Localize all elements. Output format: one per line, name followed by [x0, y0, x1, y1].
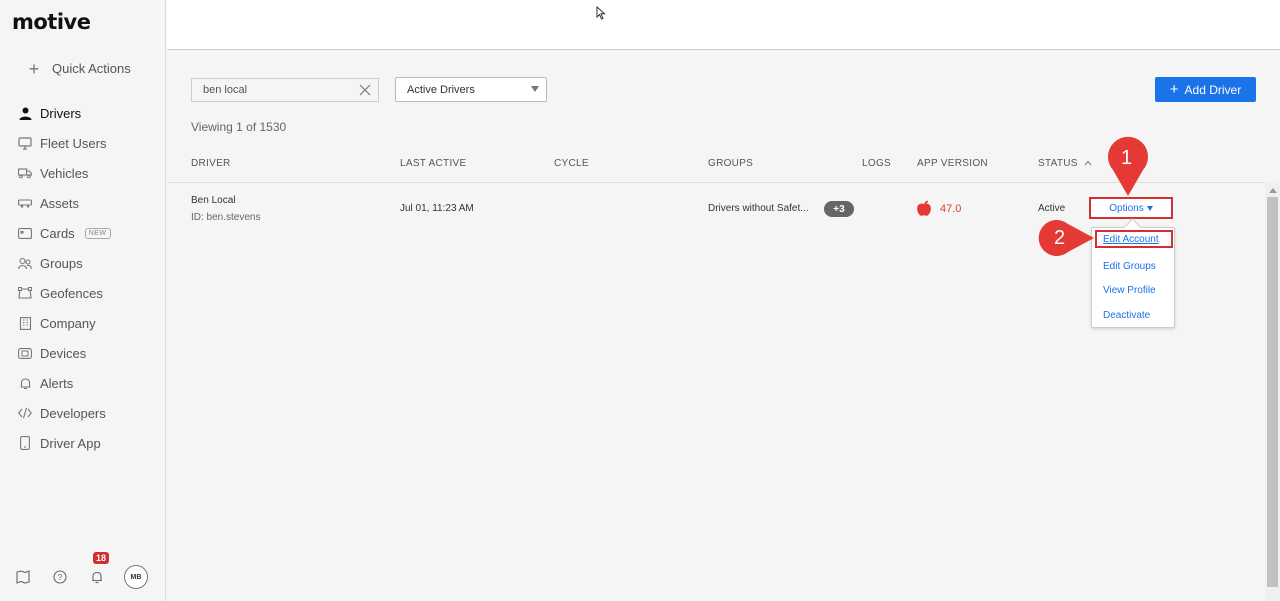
sidebar-item-label: Devices — [40, 345, 87, 361]
sidebar-footer: ? 18 MB — [0, 552, 166, 593]
sidebar-item-label: Vehicles — [40, 165, 89, 181]
trailer-icon — [18, 196, 32, 210]
sidebar-item-devices[interactable]: Devices — [0, 338, 166, 368]
truck-icon — [18, 166, 32, 180]
sidebar-item-label: Assets — [40, 195, 80, 211]
motive-logo[interactable]: motive — [12, 10, 91, 34]
driver-status: Active — [1038, 203, 1066, 214]
help-icon[interactable]: ? — [52, 569, 68, 585]
group-icon — [18, 256, 32, 270]
driver-status-select[interactable]: Active Drivers — [395, 77, 547, 102]
scrollbar-thumb[interactable] — [1267, 197, 1278, 587]
chevron-down-icon — [531, 86, 539, 92]
sidebar-item-label: Company — [40, 315, 96, 331]
sidebar-item-label: Developers — [40, 405, 106, 421]
callout-number-1: 1 — [1121, 147, 1133, 169]
sidebar-item-groups[interactable]: Groups — [0, 248, 166, 278]
viewing-count: Viewing 1 of 1530 — [191, 120, 287, 134]
column-header-app-version[interactable]: APP VERSION — [917, 158, 988, 169]
caret-down-icon — [1146, 205, 1153, 211]
plus-icon: + — [28, 58, 40, 79]
sidebar-item-drivers[interactable]: Drivers — [0, 98, 166, 128]
sidebar-item-assets[interactable]: Assets — [0, 188, 166, 218]
column-header-status[interactable]: STATUS — [1038, 158, 1092, 169]
notification-count-badge: 18 — [93, 552, 110, 564]
sidebar-item-label: Alerts — [40, 375, 74, 391]
more-groups-badge[interactable]: +3 — [824, 201, 854, 217]
apple-icon — [917, 200, 931, 216]
sidebar-item-fleet-users[interactable]: Fleet Users — [0, 128, 166, 158]
driver-groups: Drivers without Safet... — [708, 203, 809, 214]
top-bar — [167, 0, 1280, 50]
sidebar-nav: Drivers Fleet Users Vehicles Assets Card… — [0, 98, 166, 458]
sidebar-item-developers[interactable]: Developers — [0, 398, 166, 428]
sidebar-item-geofences[interactable]: Geofences — [0, 278, 166, 308]
bell-icon — [18, 376, 32, 390]
sidebar: motive + Quick Actions Drivers Fleet Use… — [0, 0, 166, 601]
avatar[interactable]: MB — [124, 565, 148, 589]
sidebar-item-label: Groups — [40, 255, 83, 271]
phone-icon — [18, 436, 32, 450]
menu-item-view-profile[interactable]: View Profile — [1092, 285, 1174, 296]
sort-ascending-icon — [1084, 160, 1092, 166]
device-icon — [18, 346, 32, 360]
new-badge: NEW — [84, 227, 111, 239]
sidebar-item-company[interactable]: Company — [0, 308, 166, 338]
add-driver-button[interactable]: + Add Driver — [1155, 77, 1256, 102]
sidebar-item-label: Geofences — [40, 285, 103, 301]
svg-text:?: ? — [58, 573, 63, 582]
column-header-status-label: STATUS — [1038, 158, 1078, 169]
column-header-cycle[interactable]: CYCLE — [554, 158, 589, 169]
clear-search-button[interactable] — [352, 79, 378, 101]
menu-item-edit-account[interactable]: Edit Account — [1095, 230, 1173, 248]
mouse-cursor-icon — [596, 6, 606, 20]
map-icon[interactable] — [15, 569, 31, 585]
column-header-last-active[interactable]: LAST ACTIVE — [400, 158, 466, 169]
sidebar-item-label: Driver App — [40, 435, 101, 451]
driver-id: ID: ben.stevens — [191, 212, 261, 223]
notification-bell-icon[interactable] — [89, 569, 105, 585]
sidebar-item-cards[interactable]: Cards NEW — [0, 218, 166, 248]
table-header-divider — [167, 182, 1265, 183]
menu-item-edit-groups[interactable]: Edit Groups — [1092, 261, 1174, 272]
quick-actions-button[interactable]: + Quick Actions — [26, 58, 131, 79]
callout-number-2: 2 — [1054, 227, 1066, 249]
sidebar-item-label: Drivers — [40, 105, 82, 121]
sidebar-item-driver-app[interactable]: Driver App — [0, 428, 166, 458]
search-input-value: ben local — [203, 84, 248, 96]
card-icon — [18, 226, 32, 240]
last-active: Jul 01, 11:23 AM — [400, 203, 474, 214]
plus-icon: + — [1169, 80, 1179, 98]
search-input[interactable]: ben local — [191, 78, 379, 102]
sidebar-item-label: Fleet Users — [40, 135, 107, 151]
building-icon — [18, 316, 32, 330]
sidebar-item-alerts[interactable]: Alerts — [0, 368, 166, 398]
column-header-driver[interactable]: DRIVER — [191, 158, 231, 169]
menu-item-deactivate[interactable]: Deactivate — [1092, 310, 1174, 321]
sidebar-item-label: Cards — [40, 225, 75, 241]
options-menu: Edit Account Edit Groups View Profile De… — [1091, 227, 1175, 328]
driver-status-selected: Active Drivers — [407, 83, 475, 96]
driver-name[interactable]: Ben Local — [191, 195, 235, 206]
close-icon — [359, 84, 371, 96]
main-content: ben local Active Drivers + Add Driver Vi… — [167, 51, 1265, 601]
app-root: motive + Quick Actions Drivers Fleet Use… — [0, 0, 1280, 601]
scroll-up-arrow-icon[interactable] — [1269, 188, 1277, 193]
quick-actions-label: Quick Actions — [52, 61, 131, 76]
app-version: 47.0 — [940, 203, 962, 215]
code-icon — [18, 406, 32, 420]
options-button[interactable]: Options — [1089, 197, 1173, 219]
options-label: Options — [1109, 202, 1144, 214]
column-header-groups[interactable]: GROUPS — [708, 158, 753, 169]
user-icon — [18, 106, 32, 120]
column-header-logs[interactable]: LOGS — [862, 158, 891, 169]
geofence-icon — [18, 286, 32, 300]
add-driver-label: Add Driver — [1184, 82, 1242, 97]
monitor-icon — [18, 136, 32, 150]
sidebar-item-vehicles[interactable]: Vehicles — [0, 158, 166, 188]
